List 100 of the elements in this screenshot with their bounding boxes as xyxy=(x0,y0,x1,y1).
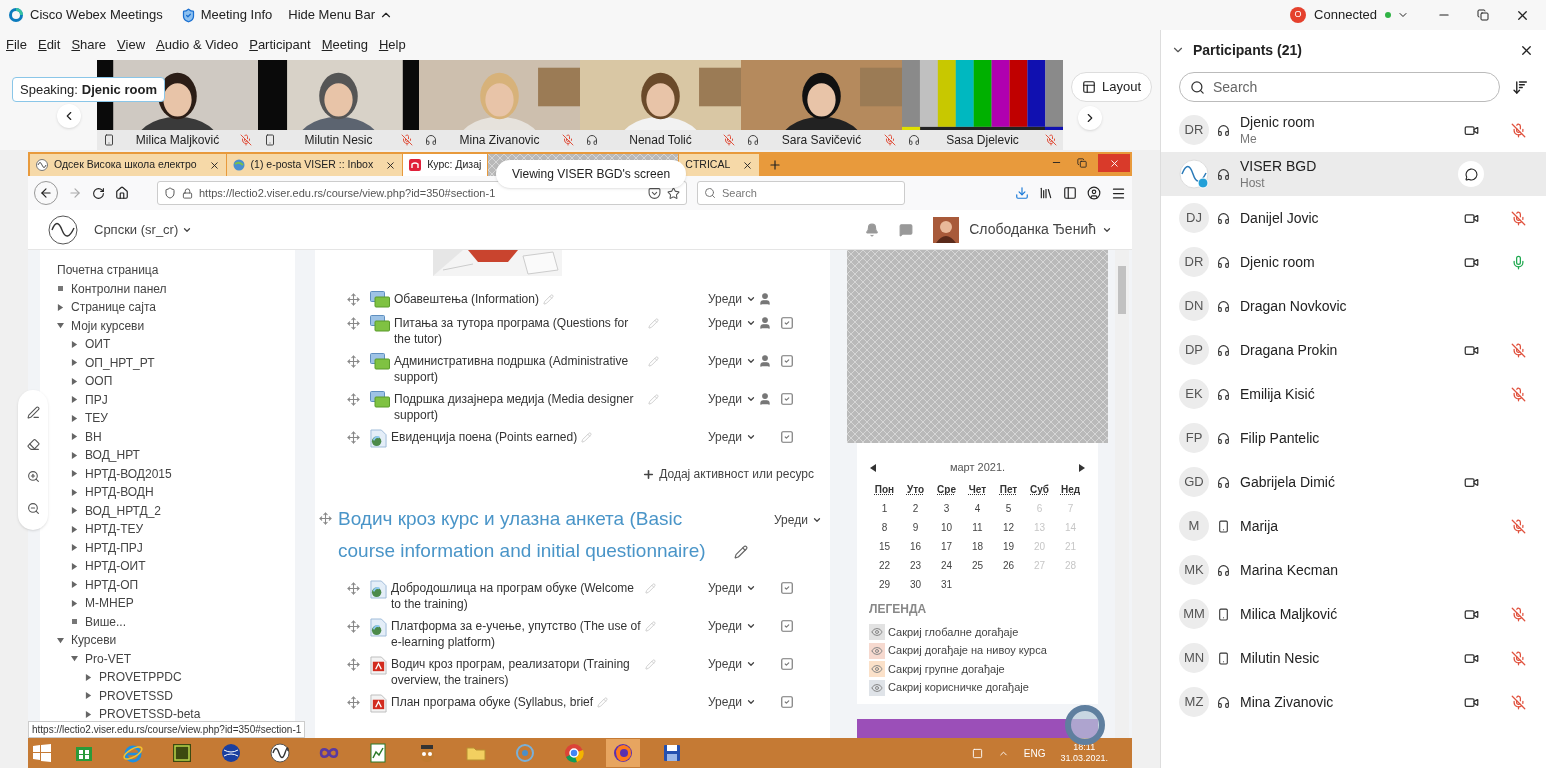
calendar-day[interactable]: 16 xyxy=(900,536,931,556)
calendar-day[interactable]: 18 xyxy=(962,536,993,556)
menu-icon[interactable] xyxy=(1111,185,1126,201)
expand-arrow-icon[interactable] xyxy=(85,673,92,681)
completion-checkbox-icon[interactable] xyxy=(779,581,794,595)
calendar-day[interactable]: 15 xyxy=(869,536,900,556)
participant-row[interactable]: VISER BGD Host xyxy=(1161,152,1546,196)
move-icon[interactable] xyxy=(319,512,332,525)
edit-menu[interactable]: Уреди xyxy=(708,352,756,370)
calendar-day[interactable]: 12 xyxy=(993,517,1024,537)
legend-swatch[interactable] xyxy=(869,624,885,641)
participant-row[interactable]: DJ Danijel Jovic xyxy=(1161,196,1546,240)
participant-row[interactable]: DN Dragan Novkovic xyxy=(1161,284,1546,328)
move-icon[interactable] xyxy=(347,355,360,368)
muted-mic-icon[interactable] xyxy=(1510,122,1526,138)
eraser-icon[interactable] xyxy=(26,437,40,451)
tree-item[interactable]: НРТД-ОИТ xyxy=(85,557,146,576)
muted-mic-icon[interactable] xyxy=(1510,386,1526,402)
tree-item[interactable]: М-МНЕР xyxy=(85,594,134,613)
move-icon[interactable] xyxy=(347,620,360,633)
close-tab-icon[interactable] xyxy=(385,159,397,171)
calendar-day[interactable]: 5 xyxy=(993,498,1024,518)
expand-arrow-icon[interactable] xyxy=(71,562,78,570)
waveform-icon[interactable] xyxy=(269,742,291,764)
hide-menu-bar-button[interactable]: Hide Menu Bar xyxy=(288,5,393,25)
completion-checkbox-icon[interactable] xyxy=(779,619,794,633)
move-icon[interactable] xyxy=(347,293,360,306)
calendar-day[interactable]: 26 xyxy=(993,555,1024,575)
layout-button[interactable]: Layout xyxy=(1071,72,1153,102)
messages-icon[interactable] xyxy=(899,222,914,237)
account-icon[interactable] xyxy=(1087,186,1101,200)
sort-icon[interactable] xyxy=(1511,78,1528,96)
calendar-day[interactable]: 22 xyxy=(869,555,900,575)
group-mode-icon[interactable] xyxy=(757,316,772,330)
tree-item[interactable]: ООП xyxy=(85,372,113,391)
edit-menu[interactable]: Уреди xyxy=(708,314,756,332)
menu-item[interactable]: Edit xyxy=(37,35,61,55)
participant-row[interactable]: MZ Mina Zivanovic xyxy=(1161,680,1546,724)
move-icon[interactable] xyxy=(347,317,360,330)
chat-button[interactable] xyxy=(1458,161,1484,187)
muted-mic-icon[interactable] xyxy=(1510,606,1526,622)
muted-mic-icon[interactable] xyxy=(1510,694,1526,710)
legend-link[interactable]: Сакриј глобалне догађаје xyxy=(888,623,1019,641)
edit-menu[interactable]: Уреди xyxy=(708,428,756,446)
participant-row[interactable]: DR Djenic room Me xyxy=(1161,108,1546,152)
start-icon[interactable] xyxy=(32,743,52,763)
tree-item[interactable]: Курсеви xyxy=(71,631,117,650)
activity-link[interactable]: Добродошлица на програм обуке (Welcome to the training) xyxy=(391,580,641,612)
expand-arrow-icon[interactable] xyxy=(85,692,92,700)
tree-item[interactable]: Више... xyxy=(85,612,126,631)
move-icon[interactable] xyxy=(347,393,360,406)
expand-arrow-icon[interactable] xyxy=(71,377,78,385)
tree-item[interactable]: НРТД-ОП xyxy=(85,575,139,594)
expand-arrow-icon[interactable] xyxy=(85,710,92,718)
user-menu[interactable]: Слободанка Ђенић xyxy=(969,219,1112,240)
meeting-info-button[interactable]: Meeting Info xyxy=(180,5,273,25)
participant-row[interactable]: DR Djenic room xyxy=(1161,240,1546,284)
muted-mic-icon[interactable] xyxy=(1510,342,1526,358)
calendar-day[interactable]: 1 xyxy=(869,498,900,518)
edit-pencil-icon[interactable] xyxy=(734,545,748,559)
pen-icon[interactable] xyxy=(26,405,40,419)
calendar-day[interactable]: 31 xyxy=(931,574,962,594)
edit-menu[interactable]: Уреди xyxy=(708,579,756,597)
expand-arrow-icon[interactable] xyxy=(71,655,78,663)
tree-item[interactable]: ВОД_НРТД_2 xyxy=(85,501,161,520)
calendar-day[interactable]: 10 xyxy=(931,517,962,537)
edit-menu[interactable]: Уреди xyxy=(708,655,756,673)
expand-arrow-icon[interactable] xyxy=(71,414,78,422)
completion-checkbox-icon[interactable] xyxy=(779,657,794,671)
tree-item[interactable]: ПРЈ xyxy=(85,390,108,409)
library-icon[interactable] xyxy=(1039,186,1053,200)
group-mode-icon[interactable] xyxy=(757,292,772,306)
edit-menu[interactable]: Уреди xyxy=(774,511,822,529)
previous-month-icon[interactable] xyxy=(869,463,877,472)
menu-item[interactable]: Audio & Video xyxy=(156,35,239,55)
search-field[interactable]: Search xyxy=(697,181,905,205)
completion-checkbox-icon[interactable] xyxy=(779,354,794,368)
menu-item[interactable]: Participant xyxy=(249,35,311,55)
activity-link[interactable]: Административна подршка (Administrative support) xyxy=(394,353,644,385)
calendar-day[interactable]: 29 xyxy=(869,574,900,594)
participant-row[interactable]: DP Dragana Prokin xyxy=(1161,328,1546,372)
move-icon[interactable] xyxy=(347,696,360,709)
legend-swatch[interactable] xyxy=(869,661,885,678)
menu-item[interactable]: Meeting xyxy=(321,35,368,55)
language-menu[interactable]: Српски (sr_cr) xyxy=(94,219,193,240)
activity-link[interactable]: Питања за тутора програма (Questions for the tutor) xyxy=(394,315,644,347)
zoom-in-icon[interactable] xyxy=(26,469,40,483)
move-icon[interactable] xyxy=(347,658,360,671)
activity-link[interactable]: План програма обуке (Syllabus, brief xyxy=(391,694,594,710)
expand-arrow-icon[interactable] xyxy=(57,322,64,330)
firefox-icon[interactable] xyxy=(612,742,634,764)
group-mode-icon[interactable] xyxy=(757,392,772,406)
close-tab-icon[interactable] xyxy=(208,159,220,171)
expand-arrow-icon[interactable] xyxy=(71,544,78,552)
activity-link[interactable]: Подршка дизајнера медија (Media designer support) xyxy=(394,391,644,423)
browser-tab[interactable]: Курс: Дизај xyxy=(403,154,488,176)
completion-checkbox-icon[interactable] xyxy=(779,695,794,709)
expand-arrow-icon[interactable] xyxy=(71,396,78,404)
legend-swatch[interactable] xyxy=(869,679,885,696)
tree-item[interactable]: ВОД_НРТ xyxy=(85,446,140,465)
